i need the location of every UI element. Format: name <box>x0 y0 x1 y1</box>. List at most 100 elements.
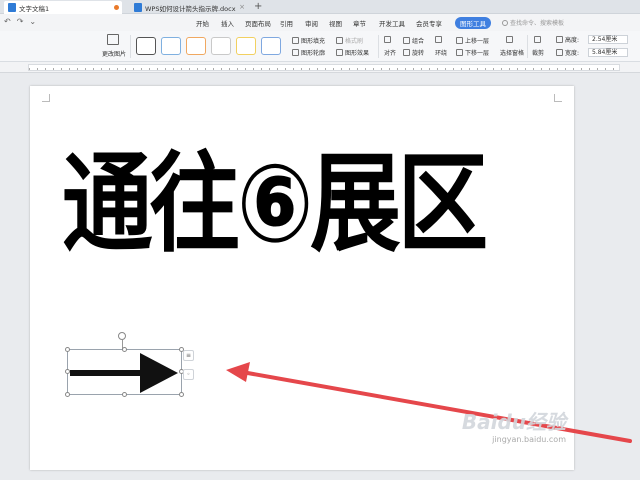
tab-bar: 文字文稿1 WPS如何设计箭头指示牌.docx × + <box>0 0 640 14</box>
search-icon <box>502 19 508 26</box>
redo-icon[interactable]: ↷ <box>17 17 24 26</box>
shape-style-swatch-6[interactable] <box>261 37 281 55</box>
menu-page-layout[interactable]: 页面布局 <box>245 18 271 28</box>
menu-view[interactable]: 视图 <box>329 18 342 28</box>
resize-handle[interactable] <box>65 392 70 397</box>
group-label: 组合 <box>412 38 425 45</box>
resize-handle[interactable] <box>65 369 70 374</box>
shape-style-swatch-4[interactable] <box>211 37 231 55</box>
shape-effects-button[interactable]: 图形效果 <box>336 48 369 57</box>
wrap-label: 环绕 <box>435 50 448 57</box>
divider <box>527 35 528 58</box>
shape-style-swatch-3[interactable] <box>186 37 206 55</box>
margin-corner-mark <box>42 94 50 102</box>
width-icon <box>556 49 563 56</box>
align-button[interactable]: 对齐 <box>384 48 396 57</box>
arrow-shape[interactable] <box>68 350 183 396</box>
document-icon <box>134 3 142 12</box>
resize-handle[interactable] <box>122 392 127 397</box>
menu-developer[interactable]: 开发工具 <box>379 18 405 28</box>
shape-effects-label: 图形效果 <box>345 50 370 57</box>
group-button[interactable]: 组合 <box>403 36 424 45</box>
resize-handle[interactable] <box>122 347 127 352</box>
watermark-sub: jingyan.baidu.com <box>492 435 566 444</box>
menu-home[interactable]: 开始 <box>196 18 209 28</box>
rotate-label: 旋转 <box>412 50 425 57</box>
horizontal-ruler[interactable] <box>0 62 640 73</box>
width-label-text: 宽度: <box>565 50 580 57</box>
shape-outline-label: 图形轮廓 <box>301 50 326 57</box>
tab-document-1[interactable]: 文字文稿1 <box>4 1 122 14</box>
tab-label: 文字文稿1 <box>19 4 50 13</box>
send-backward-label: 下移一层 <box>465 50 490 57</box>
layout-options-icon[interactable]: ≡ <box>183 350 194 361</box>
crop-icon[interactable] <box>534 36 543 43</box>
crop-glyph-icon <box>534 36 541 43</box>
resize-handle[interactable] <box>65 347 70 352</box>
bring-forward-button[interactable]: 上移一层 <box>456 36 489 45</box>
sign-text[interactable]: 通往⑥展区 <box>62 140 488 270</box>
menu-insert[interactable]: 插入 <box>221 18 234 28</box>
menu-member[interactable]: 会员专享 <box>416 18 442 28</box>
rotate-handle-icon[interactable] <box>118 332 126 340</box>
shape-style-swatch-2[interactable] <box>161 37 181 55</box>
quick-access: ↶ ↷ ⌄ <box>4 17 36 26</box>
arrow-shape-selection[interactable] <box>67 349 182 395</box>
fill-icon <box>292 37 299 44</box>
menu-references[interactable]: 引用 <box>280 18 293 28</box>
resize-handle[interactable] <box>179 392 184 397</box>
height-input[interactable]: 2.54厘米 <box>588 35 628 44</box>
customize-icon[interactable]: ⌄ <box>29 17 36 26</box>
send-backward-button[interactable]: 下移一层 <box>456 48 489 57</box>
effects-icon <box>336 49 343 56</box>
shape-tips-icon[interactable]: ◦ <box>183 369 194 380</box>
send-backward-icon <box>456 49 463 56</box>
bring-forward-icon <box>456 37 463 44</box>
selection-pane-button[interactable]: 选择窗格 <box>500 48 524 57</box>
change-picture-icon[interactable] <box>107 34 119 45</box>
tab-label: WPS如何设计箭头指示牌.docx <box>145 4 236 13</box>
wrap-icon[interactable] <box>435 36 444 43</box>
tab-document-2[interactable]: WPS如何设计箭头指示牌.docx × <box>130 1 248 14</box>
search-placeholder: 查找命令、搜索模板 <box>510 20 565 27</box>
align-icon[interactable] <box>384 36 393 43</box>
shape-style-swatch-1[interactable] <box>136 37 156 55</box>
group-icon <box>403 37 410 44</box>
shape-fill-button[interactable]: 图形填充 <box>292 36 325 45</box>
ribbon: 更改图片 图形填充 图形轮廓 格式刷 图形效果 对齐 组合 旋转 环绕 上移一层… <box>0 31 640 62</box>
align-label: 对齐 <box>384 50 397 57</box>
undo-icon[interactable]: ↶ <box>4 17 11 26</box>
document-page[interactable]: 通往⑥展区 ≡ ◦ Baidu经验 jingyan.baidu.com <box>30 86 632 470</box>
watermark-main: Baidu经验 <box>461 410 566 434</box>
format-painter-label: 格式刷 <box>345 38 364 45</box>
search-box[interactable]: 查找命令、搜索模板 <box>502 17 572 28</box>
wrap-button[interactable]: 环绕 <box>435 48 447 57</box>
crop-button[interactable]: 裁剪 <box>532 48 544 57</box>
align-glyph-icon <box>384 36 391 43</box>
shape-outline-button[interactable]: 图形轮廓 <box>292 48 325 57</box>
crop-label: 裁剪 <box>532 50 545 57</box>
rotate-icon <box>403 49 410 56</box>
shape-style-swatch-5[interactable] <box>236 37 256 55</box>
selection-pane-icon[interactable] <box>506 36 515 43</box>
menu-bar: ↶ ↷ ⌄ 开始 插入 页面布局 引用 审阅 视图 章节 开发工具 会员专享 图… <box>0 14 640 31</box>
document-icon <box>8 3 16 12</box>
divider <box>130 35 131 58</box>
brush-icon <box>336 37 343 44</box>
rotate-button[interactable]: 旋转 <box>403 48 424 57</box>
divider <box>378 35 379 58</box>
height-icon <box>556 36 563 43</box>
menu-section[interactable]: 章节 <box>353 18 366 28</box>
menu-review[interactable]: 审阅 <box>305 18 318 28</box>
menu-drawing-tools[interactable]: 图形工具 <box>455 17 491 29</box>
change-picture-label[interactable]: 更改图片 <box>102 49 126 58</box>
close-icon[interactable]: × <box>239 3 245 11</box>
new-tab-plus-icon[interactable]: + <box>254 1 262 12</box>
unsaved-dot-icon <box>114 5 119 10</box>
ruler-track[interactable] <box>28 64 620 71</box>
format-painter-button[interactable]: 格式刷 <box>336 36 363 45</box>
margin-corner-mark <box>554 94 562 102</box>
shape-fill-label: 图形填充 <box>301 38 326 45</box>
width-input[interactable]: 5.84厘米 <box>588 48 628 57</box>
outline-icon <box>292 49 299 56</box>
